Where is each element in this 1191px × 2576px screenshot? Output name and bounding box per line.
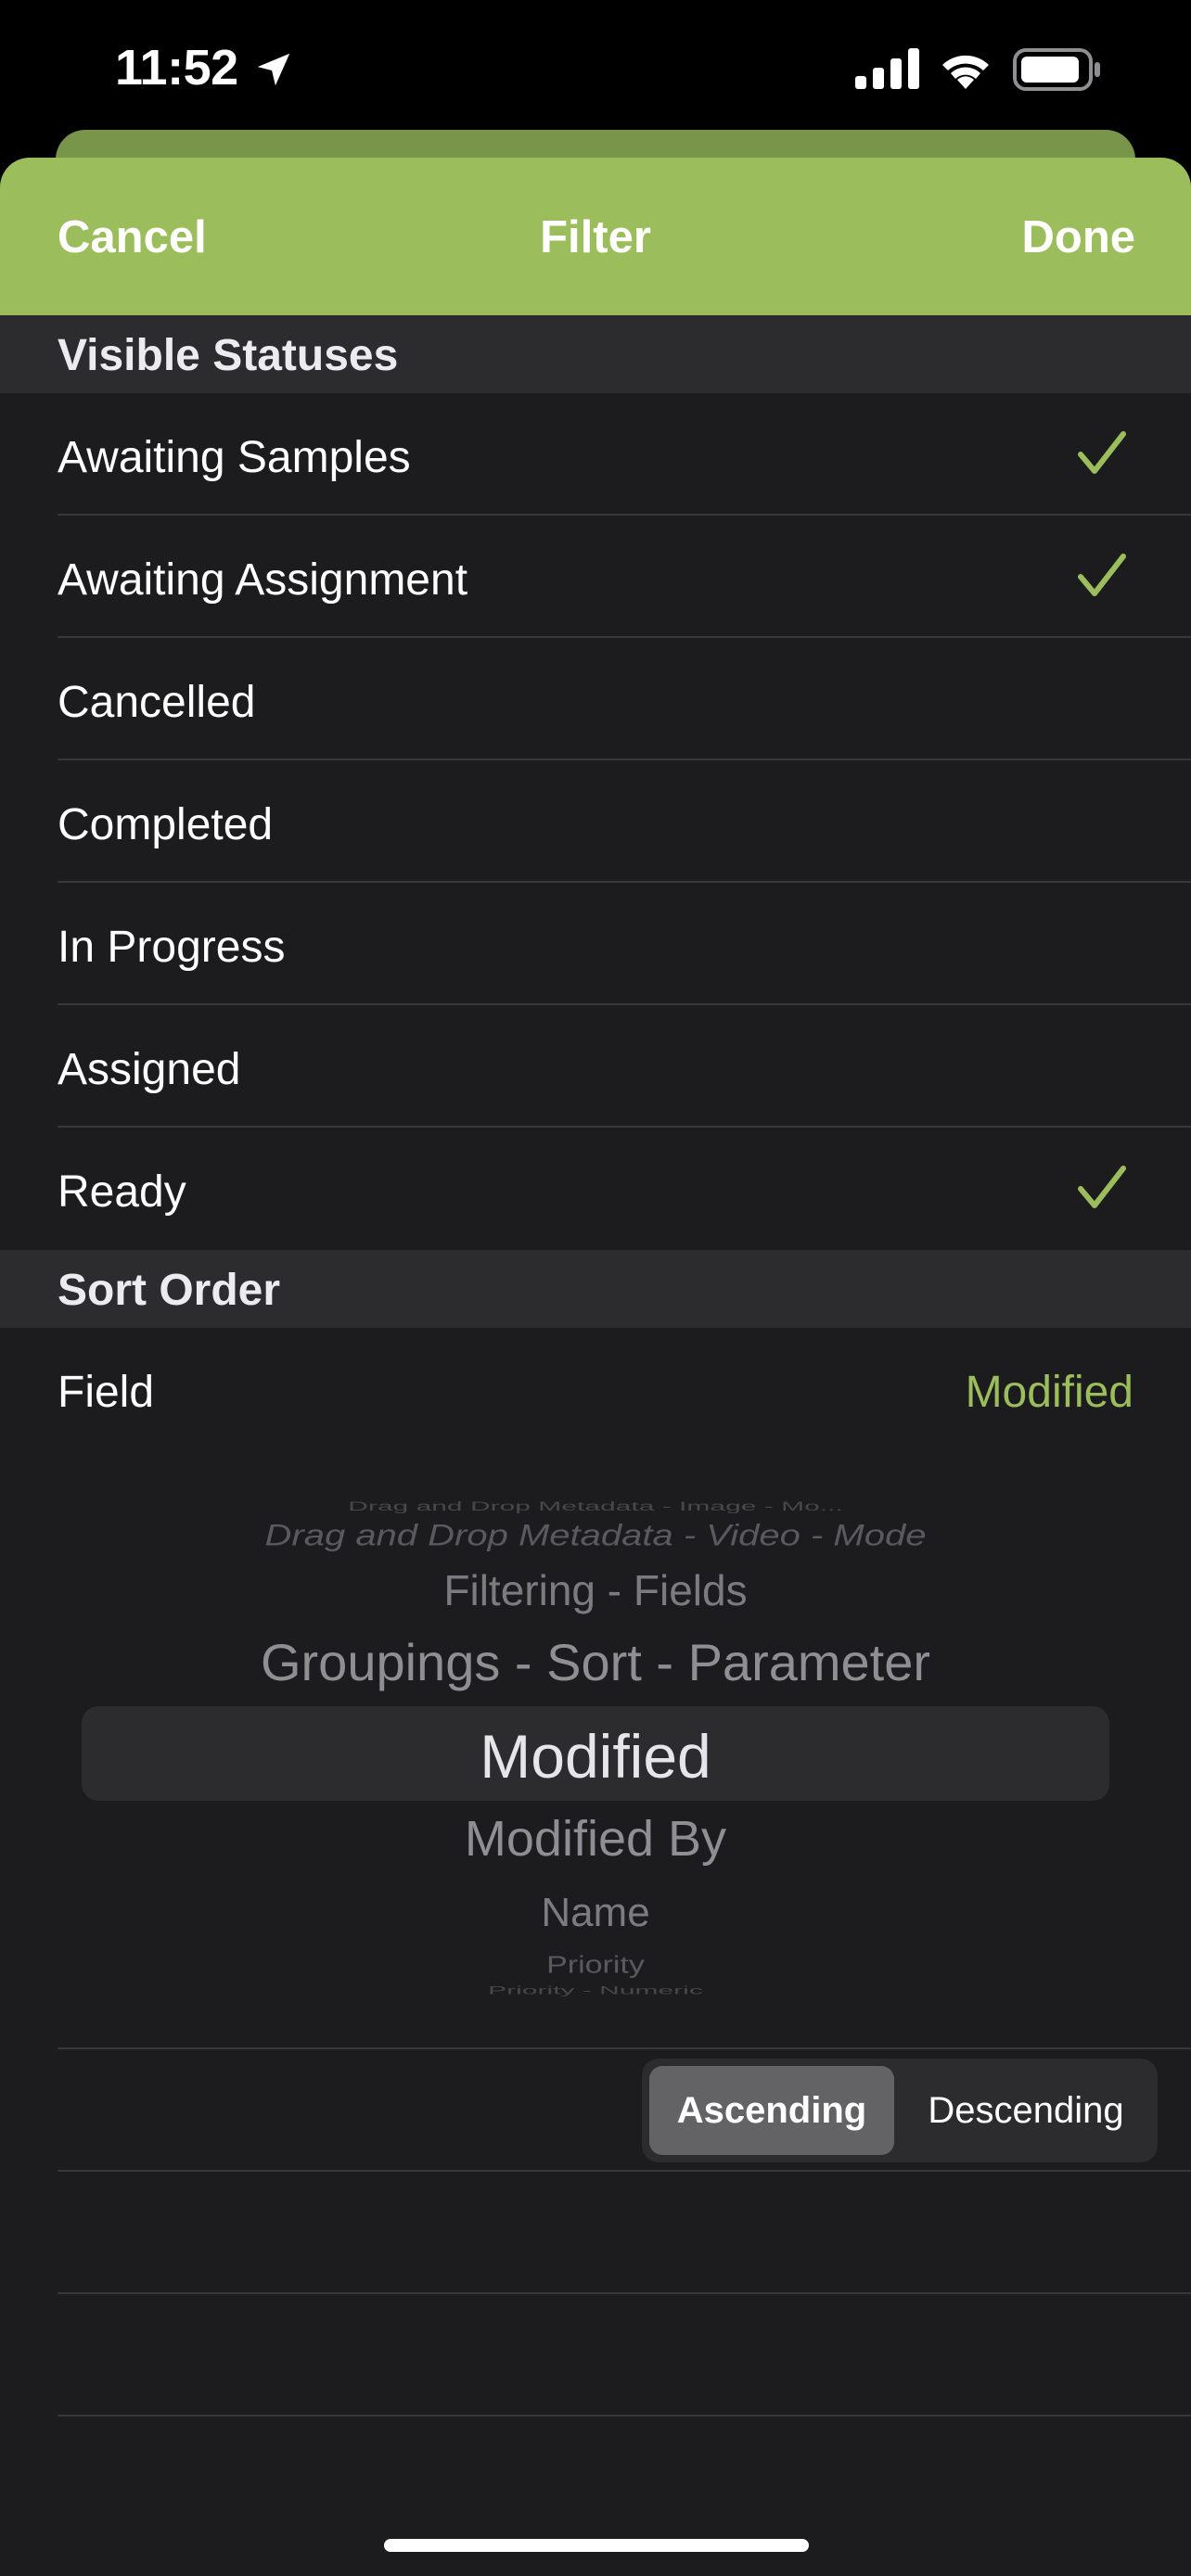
status-bar: 11:52: [0, 0, 1191, 139]
picker-option[interactable]: Modified By: [0, 1810, 1191, 1868]
status-row-in-progress[interactable]: In Progress: [0, 883, 1191, 1005]
section-header-visible-statuses: Visible Statuses: [0, 315, 1191, 393]
sort-field-label: Field: [58, 1368, 155, 1417]
row-separator: [58, 2047, 1191, 2049]
status-row-cancelled[interactable]: Cancelled: [0, 638, 1191, 760]
status-row-awaiting-samples[interactable]: Awaiting Samples: [0, 393, 1191, 516]
battery-icon: [1013, 48, 1100, 91]
sort-field-picker[interactable]: Drag and Drop Metadata - Image - Mo... D…: [0, 1447, 1191, 2003]
ascending-segment[interactable]: Ascending: [649, 2066, 894, 2155]
row-separator: [58, 2170, 1191, 2172]
checkmark-icon: [1078, 1166, 1126, 1208]
status-row-assigned[interactable]: Assigned: [0, 1005, 1191, 1128]
status-label: Awaiting Samples: [58, 433, 411, 482]
section-header-sort-order: Sort Order: [0, 1250, 1191, 1328]
picker-option[interactable]: Groupings - Sort - Parameter: [0, 1632, 1191, 1692]
page-title: Filter: [540, 212, 651, 262]
picker-option[interactable]: Priority: [0, 1952, 1191, 1979]
section-title: Sort Order: [58, 1266, 281, 1315]
wifi-icon: [942, 55, 989, 89]
section-title: Visible Statuses: [58, 331, 399, 380]
ascending-label: Ascending: [676, 2090, 867, 2131]
status-row-completed[interactable]: Completed: [0, 760, 1191, 883]
sort-direction-segmented-control[interactable]: Ascending Descending: [642, 2059, 1158, 2162]
status-label: Cancelled: [58, 678, 256, 727]
status-row-awaiting-assignment[interactable]: Awaiting Assignment: [0, 516, 1191, 638]
cellular-signal-icon: [855, 48, 919, 89]
status-label: Ready: [58, 1167, 186, 1217]
row-separator: [58, 2292, 1191, 2294]
status-label: Completed: [58, 800, 274, 849]
nav-bar: Cancel Filter Done: [0, 158, 1191, 315]
home-indicator[interactable]: [384, 2539, 809, 2552]
status-time: 11:52: [115, 40, 238, 96]
checkmark-icon: [1078, 554, 1126, 596]
location-arrow-icon: [257, 53, 290, 86]
status-label: Assigned: [58, 1045, 241, 1094]
checkmark-icon: [1078, 431, 1126, 474]
status-label: Awaiting Assignment: [58, 555, 468, 605]
done-button[interactable]: Done: [1022, 211, 1136, 263]
sort-field-value: Modified: [965, 1368, 1133, 1417]
descending-label: Descending: [928, 2090, 1124, 2131]
picker-option[interactable]: Filtering - Fields: [0, 1565, 1191, 1615]
sort-field-row[interactable]: Field Modified: [0, 1328, 1191, 1450]
picker-option[interactable]: Drag and Drop Metadata - Video - Mode: [0, 1520, 1191, 1553]
descending-segment[interactable]: Descending: [902, 2066, 1150, 2155]
picker-option[interactable]: Name: [0, 1890, 1191, 1936]
status-row-ready[interactable]: Ready: [0, 1128, 1191, 1250]
picker-option[interactable]: Drag and Drop Metadata - Image - Mo...: [0, 1499, 1191, 1513]
row-separator: [58, 2415, 1191, 2417]
picker-option[interactable]: Priority - Numeric: [0, 1984, 1191, 1997]
picker-option-selected[interactable]: Modified: [0, 1721, 1191, 1792]
status-label: In Progress: [58, 923, 286, 972]
